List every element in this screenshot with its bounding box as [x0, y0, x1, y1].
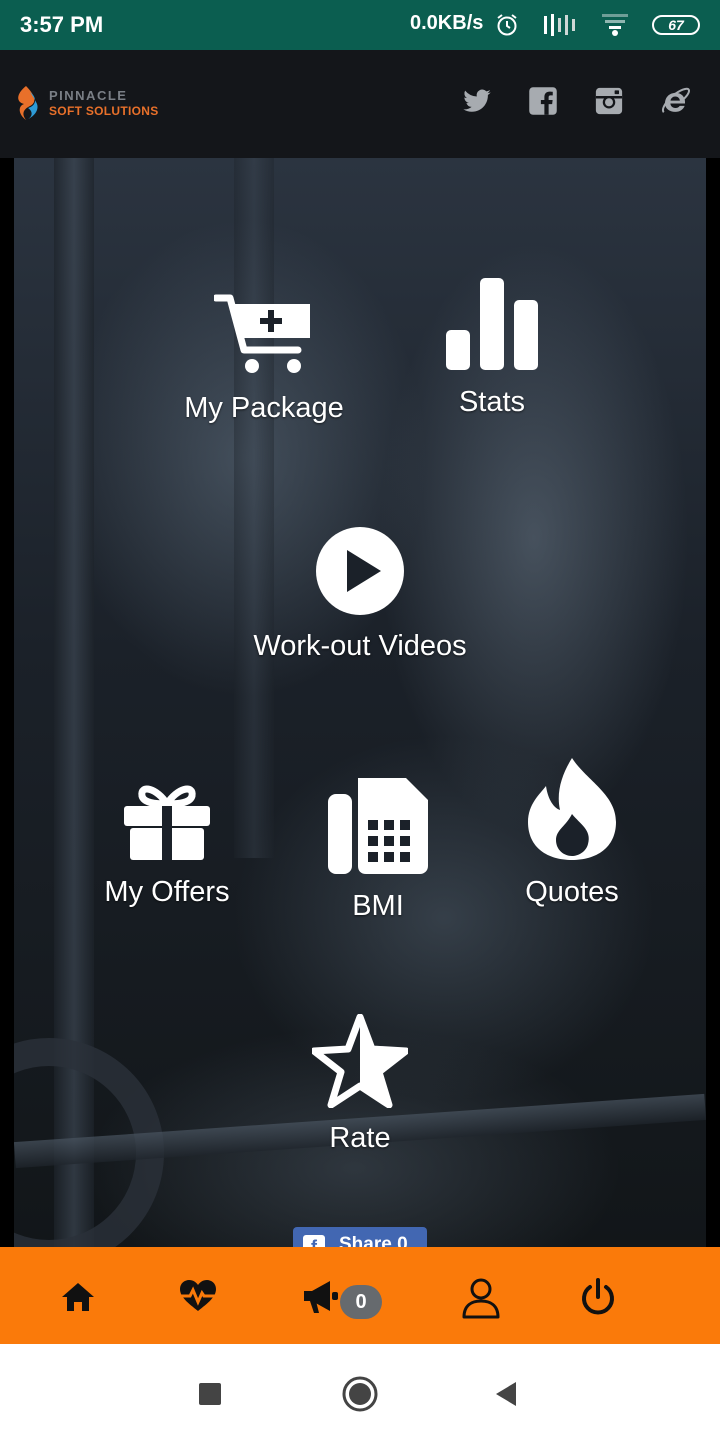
menu-my-package[interactable]: My Package [176, 292, 352, 425]
megaphone-icon[interactable] [300, 1277, 340, 1317]
rate-label: Rate [329, 1122, 391, 1154]
system-navigation-bar [0, 1344, 720, 1440]
power-icon[interactable] [578, 1277, 618, 1317]
menu-rate[interactable]: Rate [300, 1014, 420, 1155]
facebook-share-button[interactable]: f Share 0 [293, 1227, 427, 1247]
home-button-icon[interactable] [340, 1374, 380, 1414]
notification-badge: 0 [340, 1285, 382, 1319]
bar-chart-icon [446, 278, 538, 370]
menu-workout-videos[interactable]: Work-out Videos [240, 526, 480, 663]
logo-subtitle: SOFT SOLUTIONS [49, 104, 159, 118]
share-label: Share [339, 1234, 392, 1247]
play-icon [316, 527, 404, 615]
menu-my-offers[interactable]: My Offers [96, 782, 238, 909]
menu-stats[interactable]: Stats [432, 276, 552, 419]
logo-flame-icon [18, 86, 38, 120]
logo: PINNACLE SOFT SOLUTIONS [12, 84, 172, 126]
status-bar: 3:57 PM 0.0KB/s 67 [0, 0, 720, 50]
logo-title: PINNACLE [49, 88, 128, 103]
share-text: Share 0 [339, 1234, 408, 1247]
share-count: 0 [397, 1234, 408, 1247]
instagram-icon[interactable] [594, 86, 624, 116]
heartbeat-icon[interactable] [178, 1277, 218, 1317]
twitter-icon[interactable] [462, 86, 492, 116]
home-icon[interactable] [58, 1277, 98, 1317]
battery-icon: 67 [652, 15, 700, 35]
menu-quotes[interactable]: Quotes [512, 756, 632, 909]
flame-icon [528, 758, 616, 860]
stats-label: Stats [458, 386, 526, 418]
cart-plus-icon [214, 294, 310, 373]
bmi-label: BMI [352, 890, 404, 922]
user-icon[interactable] [460, 1277, 502, 1319]
menu-bmi[interactable]: BMI [318, 772, 438, 923]
background-pole [234, 158, 274, 858]
status-time: 3:57 PM [20, 12, 104, 37]
bottom-navigation: 0 [0, 1247, 720, 1344]
calculator-fax-icon [328, 778, 428, 874]
recents-icon[interactable] [190, 1374, 230, 1414]
my-package-label: My Package [184, 392, 344, 424]
gift-icon [124, 785, 210, 860]
workout-videos-label: Work-out Videos [253, 630, 467, 662]
left-edge [0, 158, 14, 1247]
network-speed: 0.0KB/s [410, 12, 484, 34]
back-icon[interactable] [486, 1374, 526, 1414]
quotes-label: Quotes [525, 876, 619, 908]
internet-explorer-icon[interactable] [660, 86, 690, 116]
wifi-icon [602, 14, 628, 36]
right-edge [706, 158, 720, 1247]
alarm-icon [497, 14, 517, 36]
app-header: PINNACLE SOFT SOLUTIONS [0, 50, 720, 158]
star-icon [312, 1014, 408, 1108]
facebook-f-icon: f [303, 1235, 325, 1247]
facebook-icon[interactable] [528, 86, 558, 116]
my-offers-label: My Offers [104, 876, 230, 908]
signal-icon [544, 14, 575, 36]
